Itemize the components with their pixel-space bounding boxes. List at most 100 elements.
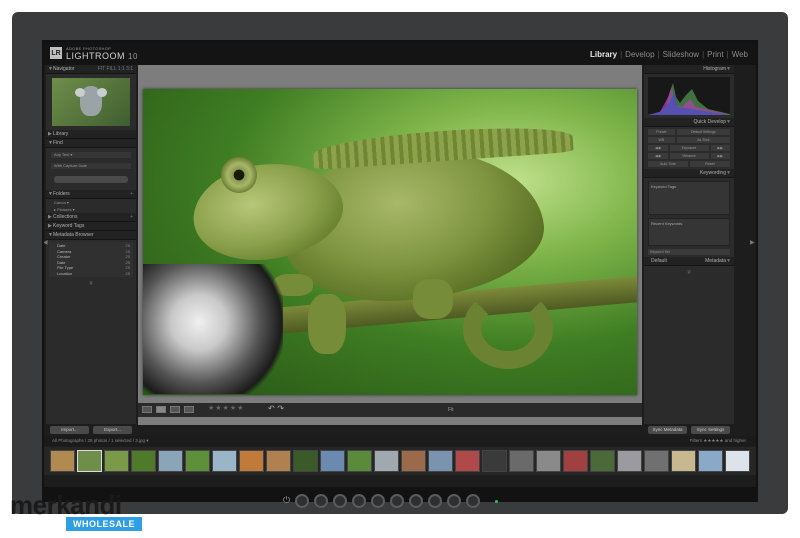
compare-view-icon[interactable] — [170, 406, 180, 413]
collapse-triangle-icon[interactable]: ▼ — [48, 231, 53, 240]
right-panel-toggle-icon[interactable]: ▶ — [750, 239, 755, 246]
folders-header[interactable]: ▼ Folders + — [46, 190, 136, 199]
expand-triangle-icon[interactable]: ▶ — [48, 222, 52, 231]
monitor-button[interactable] — [466, 494, 481, 508]
monitor-button[interactable] — [333, 494, 348, 508]
filmstrip-thumbnail[interactable] — [590, 450, 615, 472]
filmstrip-thumbnail[interactable] — [563, 450, 588, 472]
filmstrip-thumbnail[interactable] — [644, 450, 669, 472]
find-text-row[interactable]: Any Text ▾ — [50, 151, 132, 159]
filmstrip-thumbnail[interactable] — [455, 450, 480, 472]
add-collection-icon[interactable]: + — [130, 213, 133, 222]
folder-row[interactable]: ▸ Pictures ▾ — [46, 206, 136, 213]
find-header[interactable]: ▼ Find — [46, 139, 136, 148]
vibrance-decrease-button[interactable]: ◀◀ — [648, 153, 668, 159]
wb-select[interactable]: As Shot — [676, 137, 730, 143]
find-date-row[interactable]: With Capture Date — [50, 162, 132, 170]
collections-header[interactable]: ▶ Collections + — [46, 213, 136, 222]
exposure-decrease-button[interactable]: ◀◀ — [648, 145, 668, 151]
preset-select[interactable]: Default Settings — [676, 129, 730, 135]
main-photo[interactable] — [143, 89, 637, 395]
filmstrip-thumbnail[interactable] — [374, 450, 399, 472]
quick-develop-header[interactable]: Quick Develop ▼ — [644, 118, 734, 127]
filmstrip-thumbnail[interactable] — [482, 450, 507, 472]
metadata-preset-select[interactable]: Default — [651, 258, 667, 264]
keyword-tags-header[interactable]: ▶ Keyword Tags — [46, 222, 136, 231]
filmstrip-thumbnail[interactable] — [725, 450, 750, 472]
metadata-row[interactable]: Location 25 — [49, 271, 133, 277]
navigator-preview[interactable] — [52, 78, 130, 126]
monitor-button[interactable] — [447, 494, 462, 508]
auto-tone-button[interactable]: Auto Tone — [648, 161, 688, 167]
find-search-bar[interactable] — [54, 176, 128, 183]
library-header[interactable]: ▶ Library — [46, 130, 136, 139]
survey-view-icon[interactable] — [184, 406, 194, 413]
import-button[interactable]: Import... — [50, 426, 89, 434]
module-print[interactable]: Print — [707, 50, 723, 59]
filmstrip-thumbnail[interactable] — [347, 450, 372, 472]
sync-metadata-button[interactable]: Sync Metadata — [648, 426, 687, 434]
metadata-browser-header[interactable]: ▼ Metadata Browser — [46, 231, 136, 240]
monitor-button[interactable] — [390, 494, 405, 508]
keyword-tags-box[interactable]: Keyword Tags — [648, 181, 730, 215]
filmstrip-thumbnail[interactable] — [293, 450, 318, 472]
rotate-icon[interactable]: ↶ ↷ — [268, 404, 284, 413]
filmstrip-thumbnail[interactable] — [50, 450, 75, 472]
exposure-increase-button[interactable]: ▶▶ — [710, 145, 730, 151]
filmstrip-thumbnail[interactable] — [509, 450, 534, 472]
filmstrip-thumbnail[interactable] — [239, 450, 264, 472]
collapse-triangle-icon[interactable]: ▼ — [48, 190, 53, 199]
filmstrip-thumbnail[interactable] — [266, 450, 291, 472]
filmstrip-thumbnail[interactable] — [698, 450, 723, 472]
filmstrip-thumbnail[interactable] — [536, 450, 561, 472]
module-develop[interactable]: Develop — [625, 50, 654, 59]
collapse-triangle-icon[interactable]: ▼ — [726, 257, 731, 266]
filmstrip-thumbnail[interactable] — [401, 450, 426, 472]
export-button[interactable]: Export... — [93, 426, 132, 434]
monitor-button[interactable] — [428, 494, 443, 508]
filmstrip-path[interactable]: All Photographs / 25 photos / 1 selected… — [52, 438, 149, 443]
filmstrip-filters[interactable]: Filters ★★★★★ and higher — [690, 436, 746, 446]
expand-triangle-icon[interactable]: ▶ — [48, 213, 52, 222]
monitor-button[interactable] — [295, 494, 310, 508]
grid-view-icon[interactable] — [142, 406, 152, 413]
reset-button[interactable]: Reset — [690, 161, 730, 167]
folder-row[interactable]: Canon ▾ — [46, 199, 136, 206]
navigator-header[interactable]: ▼ Navigator FIT FILL 1:1 3:1 — [46, 65, 136, 74]
collapse-triangle-icon[interactable]: ▼ — [726, 118, 731, 127]
left-panel-toggle-icon[interactable]: ◀ — [44, 239, 48, 246]
vibrance-increase-button[interactable]: ▶▶ — [710, 153, 730, 159]
filmstrip-thumbnail[interactable] — [320, 450, 345, 472]
filmstrip-thumbnail[interactable] — [77, 450, 102, 472]
rating-stars[interactable]: ★★★★★ — [208, 404, 244, 412]
navigator-zoom-options[interactable]: FIT FILL 1:1 3:1 — [98, 65, 133, 74]
module-library[interactable]: Library — [590, 50, 617, 59]
module-web[interactable]: Web — [732, 50, 748, 59]
filmstrip-thumbnail[interactable] — [158, 450, 183, 472]
collapse-triangle-icon[interactable]: ▼ — [726, 169, 731, 178]
filmstrip-thumbnail[interactable] — [131, 450, 156, 472]
filmstrip-thumbnail[interactable] — [428, 450, 453, 472]
power-icon[interactable]: ⏻ — [283, 496, 290, 506]
filmstrip-thumbnail[interactable] — [212, 450, 237, 472]
filmstrip-thumbnail[interactable] — [617, 450, 642, 472]
monitor-button[interactable] — [352, 494, 367, 508]
filmstrip-thumbnail[interactable] — [104, 450, 129, 472]
collapse-triangle-icon[interactable]: ▼ — [48, 65, 53, 74]
add-folder-icon[interactable]: + — [130, 190, 133, 199]
monitor-button[interactable] — [371, 494, 386, 508]
keywording-header[interactable]: Keywording ▼ — [644, 169, 734, 178]
module-slideshow[interactable]: Slideshow — [663, 50, 699, 59]
histogram-header[interactable]: Histogram ▼ — [644, 65, 734, 74]
loupe-view-icon[interactable] — [156, 406, 166, 413]
keyword-set-select[interactable]: Keyword Set — [648, 249, 730, 255]
recent-keywords-box[interactable]: Recent Keywords — [648, 218, 730, 246]
metadata-header[interactable]: Default Metadata ▼ — [644, 257, 734, 266]
sync-settings-button[interactable]: Sync Settings — [691, 426, 730, 434]
filmstrip-thumbnail[interactable] — [671, 450, 696, 472]
collapse-triangle-icon[interactable]: ▼ — [726, 65, 731, 74]
monitor-button[interactable] — [409, 494, 424, 508]
collapse-triangle-icon[interactable]: ▼ — [48, 139, 53, 148]
monitor-button[interactable] — [314, 494, 329, 508]
filmstrip-thumbnail[interactable] — [185, 450, 210, 472]
